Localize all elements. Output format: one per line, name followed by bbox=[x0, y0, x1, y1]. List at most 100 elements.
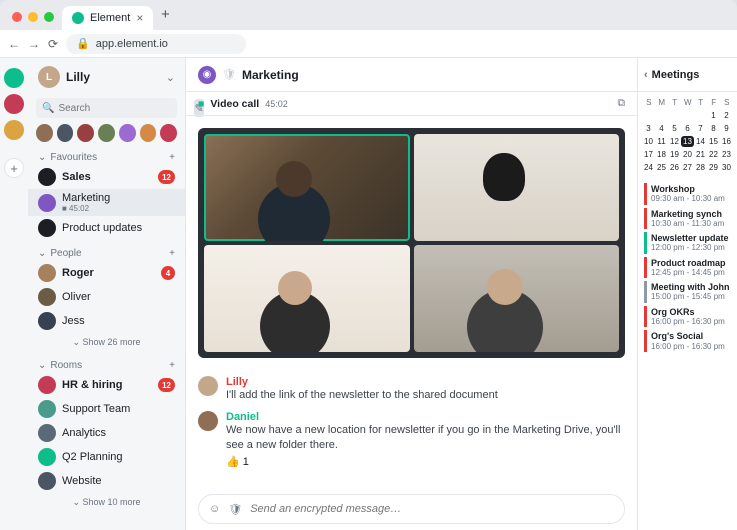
reaction[interactable]: 👍 1 bbox=[226, 455, 625, 468]
browser-tab[interactable]: Element × bbox=[62, 6, 153, 30]
room-row[interactable]: Q2 Planning bbox=[28, 445, 185, 469]
calendar-day[interactable]: 30 bbox=[720, 162, 733, 173]
room-row[interactable]: Product updates bbox=[28, 216, 185, 240]
dm-avatar[interactable] bbox=[36, 124, 53, 142]
calendar-day[interactable]: 2 bbox=[720, 110, 733, 121]
dm-avatar[interactable] bbox=[119, 124, 136, 142]
calendar-day[interactable]: 15 bbox=[707, 136, 720, 147]
back-icon[interactable]: ← bbox=[8, 37, 20, 51]
calendar-day[interactable]: 16 bbox=[720, 136, 733, 147]
dm-avatar[interactable] bbox=[57, 124, 74, 142]
event-title: Meeting with John bbox=[651, 282, 733, 292]
calendar-day[interactable]: 25 bbox=[655, 162, 668, 173]
room-row[interactable]: Website bbox=[28, 469, 185, 493]
calendar-day[interactable]: 8 bbox=[707, 123, 720, 134]
video-tile[interactable] bbox=[414, 134, 620, 241]
calendar-day[interactable]: 10 bbox=[642, 136, 655, 147]
calendar-day[interactable]: 14 bbox=[694, 136, 707, 147]
event-item[interactable]: Meeting with John 15:00 pm - 15:45 pm bbox=[644, 281, 737, 303]
add-item-icon[interactable]: + bbox=[169, 152, 175, 163]
calendar-day[interactable]: 21 bbox=[694, 149, 707, 160]
search-input[interactable] bbox=[58, 103, 190, 114]
show-more-button[interactable]: Show 10 more bbox=[28, 493, 185, 512]
minimize-window-icon[interactable] bbox=[28, 12, 38, 22]
calendar-day[interactable]: 1 bbox=[707, 110, 720, 121]
calendar-day[interactable]: 18 bbox=[655, 149, 668, 160]
omnibox[interactable]: 🔒 app.element.io bbox=[66, 34, 246, 54]
section-header-rooms[interactable]: ⌄ Rooms + bbox=[28, 356, 185, 373]
dm-avatar[interactable] bbox=[98, 124, 115, 142]
calendar-day[interactable] bbox=[668, 110, 681, 121]
calendar-day[interactable]: 20 bbox=[681, 149, 694, 160]
calendar-day[interactable]: 4 bbox=[655, 123, 668, 134]
calendar-day[interactable]: 11 bbox=[655, 136, 668, 147]
calendar-day[interactable]: 23 bbox=[720, 149, 733, 160]
calendar-day[interactable]: 5 bbox=[668, 123, 681, 134]
room-row[interactable]: Analytics bbox=[28, 421, 185, 445]
calendar[interactable]: SMTWTFS 12345678910111213141516171819202… bbox=[638, 92, 737, 176]
new-tab-button[interactable]: + bbox=[153, 6, 177, 25]
forward-icon[interactable]: → bbox=[28, 37, 40, 51]
event-item[interactable]: Product roadmap 12:45 pm - 14:45 pm bbox=[644, 257, 737, 279]
maximize-window-icon[interactable] bbox=[44, 12, 54, 22]
calendar-day[interactable] bbox=[694, 110, 707, 121]
room-row[interactable]: Jess bbox=[28, 309, 185, 333]
calendar-day[interactable]: 26 bbox=[668, 162, 681, 173]
room-row[interactable]: Roger 4 bbox=[28, 261, 185, 285]
user-name: Lilly bbox=[66, 70, 160, 84]
room-row[interactable]: Support Team bbox=[28, 397, 185, 421]
add-item-icon[interactable]: + bbox=[169, 248, 175, 259]
video-tile[interactable] bbox=[204, 134, 410, 241]
calendar-day[interactable]: 9 bbox=[720, 123, 733, 134]
calendar-day[interactable]: 24 bbox=[642, 162, 655, 173]
calendar-day[interactable]: 28 bbox=[694, 162, 707, 173]
calendar-day[interactable]: 19 bbox=[668, 149, 681, 160]
event-item[interactable]: Org's Social 16:00 pm - 16:30 pm bbox=[644, 330, 737, 352]
calendar-day[interactable]: 7 bbox=[694, 123, 707, 134]
add-item-icon[interactable]: + bbox=[169, 360, 175, 371]
calendar-day[interactable]: 6 bbox=[681, 123, 694, 134]
room-row[interactable]: Marketing■ 45:02 bbox=[28, 189, 185, 216]
event-item[interactable]: Newsletter update 12:00 pm - 12:30 pm bbox=[644, 232, 737, 254]
room-row[interactable]: Oliver bbox=[28, 285, 185, 309]
chevron-down-icon: ⌄ bbox=[38, 248, 46, 259]
search-box[interactable]: 🔍 ✎ bbox=[36, 98, 177, 118]
add-server-button[interactable]: + bbox=[4, 158, 24, 178]
calendar-day[interactable] bbox=[681, 110, 694, 121]
open-external-icon[interactable]: ⧉ bbox=[618, 97, 626, 110]
close-tab-icon[interactable]: × bbox=[136, 11, 143, 25]
event-item[interactable]: Workshop 09:30 am - 10:30 am bbox=[644, 183, 737, 205]
chevron-down-icon[interactable]: ⌄ bbox=[166, 71, 175, 84]
video-tile[interactable] bbox=[204, 245, 410, 352]
calendar-day[interactable]: 3 bbox=[642, 123, 655, 134]
calendar-day[interactable]: 27 bbox=[681, 162, 694, 173]
server-item[interactable] bbox=[4, 94, 24, 114]
calendar-day[interactable]: 13 bbox=[681, 136, 694, 147]
close-window-icon[interactable] bbox=[12, 12, 22, 22]
event-item[interactable]: Marketing synch 10:30 am - 11:30 am bbox=[644, 208, 737, 230]
chevron-left-icon[interactable]: ‹ bbox=[644, 69, 648, 81]
user-avatar[interactable]: L bbox=[38, 66, 60, 88]
calendar-day[interactable]: 29 bbox=[707, 162, 720, 173]
dm-avatar[interactable] bbox=[160, 124, 177, 142]
server-item[interactable] bbox=[4, 68, 24, 88]
calendar-day[interactable] bbox=[642, 110, 655, 121]
server-item[interactable] bbox=[4, 120, 24, 140]
calendar-day[interactable]: 22 bbox=[707, 149, 720, 160]
event-item[interactable]: Org OKRs 16:00 pm - 16:30 pm bbox=[644, 306, 737, 328]
section-header-people[interactable]: ⌄ People + bbox=[28, 244, 185, 261]
section-header-favourites[interactable]: ⌄ Favourites + bbox=[28, 148, 185, 165]
calendar-day[interactable]: 12 bbox=[668, 136, 681, 147]
room-row[interactable]: Sales 12 bbox=[28, 165, 185, 189]
dm-avatar[interactable] bbox=[77, 124, 94, 142]
reload-icon[interactable]: ⟳ bbox=[48, 37, 58, 51]
room-row[interactable]: HR & hiring 12 bbox=[28, 373, 185, 397]
dm-avatar[interactable] bbox=[140, 124, 157, 142]
calendar-day[interactable]: 17 bbox=[642, 149, 655, 160]
pinned-bar[interactable]: ■ Video call 45:02 ⧉ bbox=[186, 92, 637, 116]
show-more-button[interactable]: Show 26 more bbox=[28, 333, 185, 352]
composer[interactable]: ☺ 🛡 bbox=[198, 494, 625, 524]
message-input[interactable] bbox=[250, 503, 614, 515]
calendar-day[interactable] bbox=[655, 110, 668, 121]
video-tile[interactable] bbox=[414, 245, 620, 352]
